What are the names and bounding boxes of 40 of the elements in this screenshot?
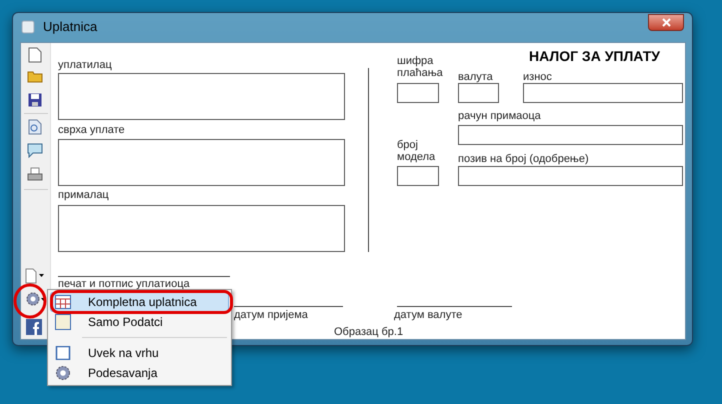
input-field[interactable] <box>58 139 345 186</box>
input-field[interactable] <box>397 166 439 186</box>
date-label: датум пријема <box>234 309 308 321</box>
form-number: Образац бр.1 <box>334 326 404 338</box>
field-label: уплатилац <box>58 59 112 71</box>
window-title: Uplatnica <box>43 18 98 36</box>
input-field[interactable] <box>458 166 683 186</box>
speech-bubble-icon[interactable] <box>27 143 43 158</box>
close-button[interactable] <box>648 14 684 30</box>
menu-item[interactable]: Podesavanja <box>50 363 229 383</box>
form-heading: НАЛОГ ЗА УПЛАТУ <box>529 48 660 64</box>
page-dropdown-icon[interactable] <box>25 268 45 284</box>
field-label: рачун примаоца <box>458 110 541 122</box>
menu-item[interactable]: Samo Podatci <box>50 312 229 332</box>
menu-item[interactable]: Uvek na vrhu <box>50 343 229 363</box>
field-label: сврха уплате <box>58 124 125 136</box>
input-field[interactable] <box>523 83 683 103</box>
gear-icon <box>55 365 71 381</box>
highlight-ring <box>13 283 47 319</box>
page-preview-icon[interactable] <box>28 119 42 135</box>
input-field[interactable] <box>397 83 439 103</box>
printer-icon[interactable] <box>27 167 43 183</box>
window-frame-icon <box>55 314 71 330</box>
field-label: износ <box>523 71 552 83</box>
app-icon <box>21 20 35 34</box>
field-label: позив на број (одобрење) <box>458 153 589 165</box>
input-field[interactable] <box>58 205 345 252</box>
input-field[interactable] <box>58 73 345 120</box>
grid-icon <box>55 295 71 309</box>
close-icon <box>662 18 670 26</box>
field-label: шифра плаћања <box>397 55 444 79</box>
facebook-icon[interactable] <box>26 319 42 335</box>
field-label: број модела <box>397 139 436 163</box>
field-label: валута <box>458 71 493 83</box>
field-label: прималац <box>58 189 109 201</box>
date-label: датум валуте <box>394 309 462 321</box>
input-field[interactable] <box>458 125 683 145</box>
input-field[interactable] <box>458 83 499 103</box>
signature-label: печат и потпис уплатиоца <box>58 278 190 290</box>
new-document-icon[interactable] <box>28 47 42 63</box>
